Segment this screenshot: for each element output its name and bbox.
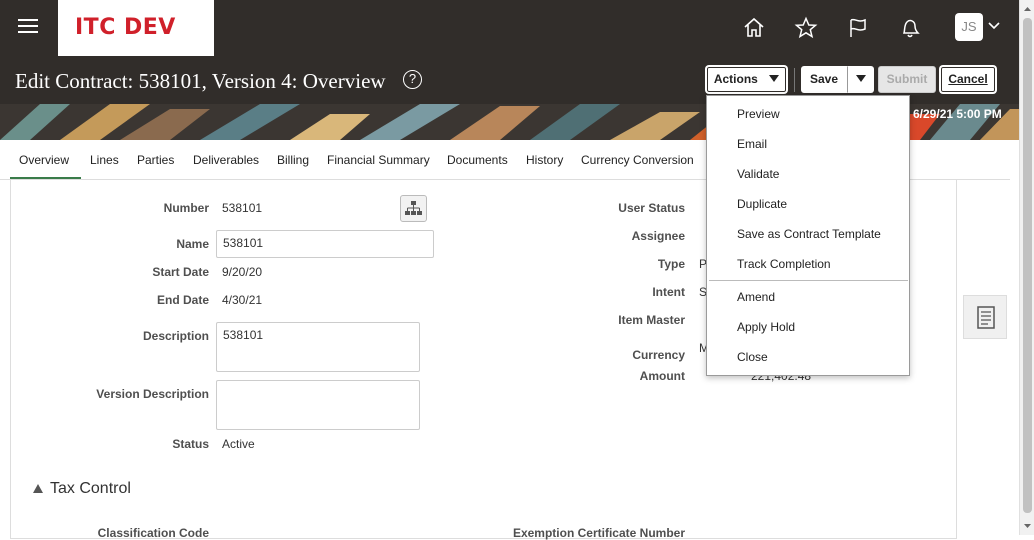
flag-icon[interactable] <box>846 16 870 40</box>
menu-item-preview[interactable]: Preview <box>737 107 780 121</box>
side-panel-button[interactable] <box>963 295 1007 339</box>
page-scrollbar[interactable] <box>1019 0 1034 535</box>
description-textarea[interactable]: 538101 <box>216 322 420 372</box>
caret-down-icon <box>855 75 866 82</box>
document-icon <box>977 306 995 329</box>
number-label: Number <box>163 201 209 215</box>
cancel-button[interactable]: Cancel <box>940 66 996 93</box>
scroll-thumb[interactable] <box>1023 18 1032 513</box>
status-label: Status <box>172 437 209 451</box>
help-icon[interactable]: ? <box>403 70 422 89</box>
menu-item-save-as-template[interactable]: Save as Contract Template <box>737 227 881 241</box>
menu-item-validate[interactable]: Validate <box>737 167 779 181</box>
actions-button-label: Actions <box>713 72 758 86</box>
tab-lines[interactable]: Lines <box>90 153 119 167</box>
currency-label: Currency <box>632 348 685 362</box>
actions-menu: Preview Email Validate Duplicate Save as… <box>706 95 910 376</box>
version-description-label: Version Description <box>96 387 209 401</box>
tab-parties[interactable]: Parties <box>137 153 174 167</box>
menu-separator <box>709 280 908 281</box>
start-date-value: 9/20/20 <box>222 265 263 279</box>
menu-item-duplicate[interactable]: Duplicate <box>737 197 787 211</box>
tab-billing[interactable]: Billing <box>277 153 309 167</box>
logo[interactable]: ITC DEV <box>58 0 214 56</box>
chevron-down-icon[interactable] <box>988 22 1000 30</box>
number-value: 538101 <box>222 201 263 215</box>
end-date-label: End Date <box>156 293 209 307</box>
logo-text: ITC DEV <box>75 15 176 40</box>
tax-control-heading[interactable]: Tax Control <box>50 480 131 498</box>
end-date-value: 4/30/21 <box>222 293 263 307</box>
scroll-up-icon[interactable] <box>1020 3 1034 15</box>
caret-down-icon <box>769 75 780 82</box>
tab-history[interactable]: History <box>526 153 563 167</box>
hierarchy-icon <box>405 201 422 215</box>
hierarchy-button[interactable] <box>400 195 427 222</box>
expand-triangle-icon[interactable] <box>33 484 43 493</box>
tab-documents[interactable]: Documents <box>447 153 508 167</box>
home-icon[interactable] <box>742 16 766 40</box>
description-label: Description <box>142 329 209 343</box>
page-title: Edit Contract: 538101, Version 4: Overvi… <box>15 69 386 93</box>
save-button[interactable]: Save <box>801 66 847 93</box>
type-label: Type <box>657 257 685 271</box>
star-icon[interactable] <box>794 16 818 40</box>
status-value: Active <box>222 437 255 451</box>
tab-deliverables[interactable]: Deliverables <box>193 153 259 167</box>
menu-item-email[interactable]: Email <box>737 137 767 151</box>
amount-label: Amount <box>639 369 685 383</box>
start-date-label: Start Date <box>152 265 209 279</box>
submit-button[interactable]: Submit <box>878 66 936 93</box>
intent-label: Intent <box>652 285 685 299</box>
name-input[interactable]: 538101 <box>216 230 434 258</box>
menu-item-amend[interactable]: Amend <box>737 290 775 304</box>
date-label: 6/29/21 5:00 PM <box>913 107 1002 121</box>
toolbar-divider <box>794 68 795 92</box>
menu-item-apply-hold[interactable]: Apply Hold <box>737 320 795 334</box>
tab-financial-summary[interactable]: Financial Summary <box>327 153 430 167</box>
item-master-label: Item Master <box>618 313 685 327</box>
global-header: ITC DEV JS <box>0 0 1019 56</box>
version-description-textarea[interactable] <box>216 380 420 430</box>
assignee-label: Assignee <box>631 229 685 243</box>
save-menu-button[interactable] <box>847 66 874 93</box>
avatar[interactable]: JS <box>955 13 983 41</box>
classification-code-label: Classification Code <box>97 526 209 540</box>
menu-item-track-completion[interactable]: Track Completion <box>737 257 831 271</box>
tab-currency-conversion[interactable]: Currency Conversion <box>581 153 694 167</box>
scroll-down-icon[interactable] <box>1020 520 1034 532</box>
hamburger-menu-icon[interactable] <box>18 19 38 37</box>
user-status-label: User Status <box>618 201 685 215</box>
bell-icon[interactable] <box>898 16 922 40</box>
menu-item-close[interactable]: Close <box>737 350 768 364</box>
exemption-certificate-label: Exemption Certificate Number <box>512 526 685 540</box>
actions-button[interactable]: Actions <box>706 66 787 93</box>
name-label: Name <box>176 237 209 251</box>
tab-overview[interactable]: Overview <box>19 153 69 167</box>
